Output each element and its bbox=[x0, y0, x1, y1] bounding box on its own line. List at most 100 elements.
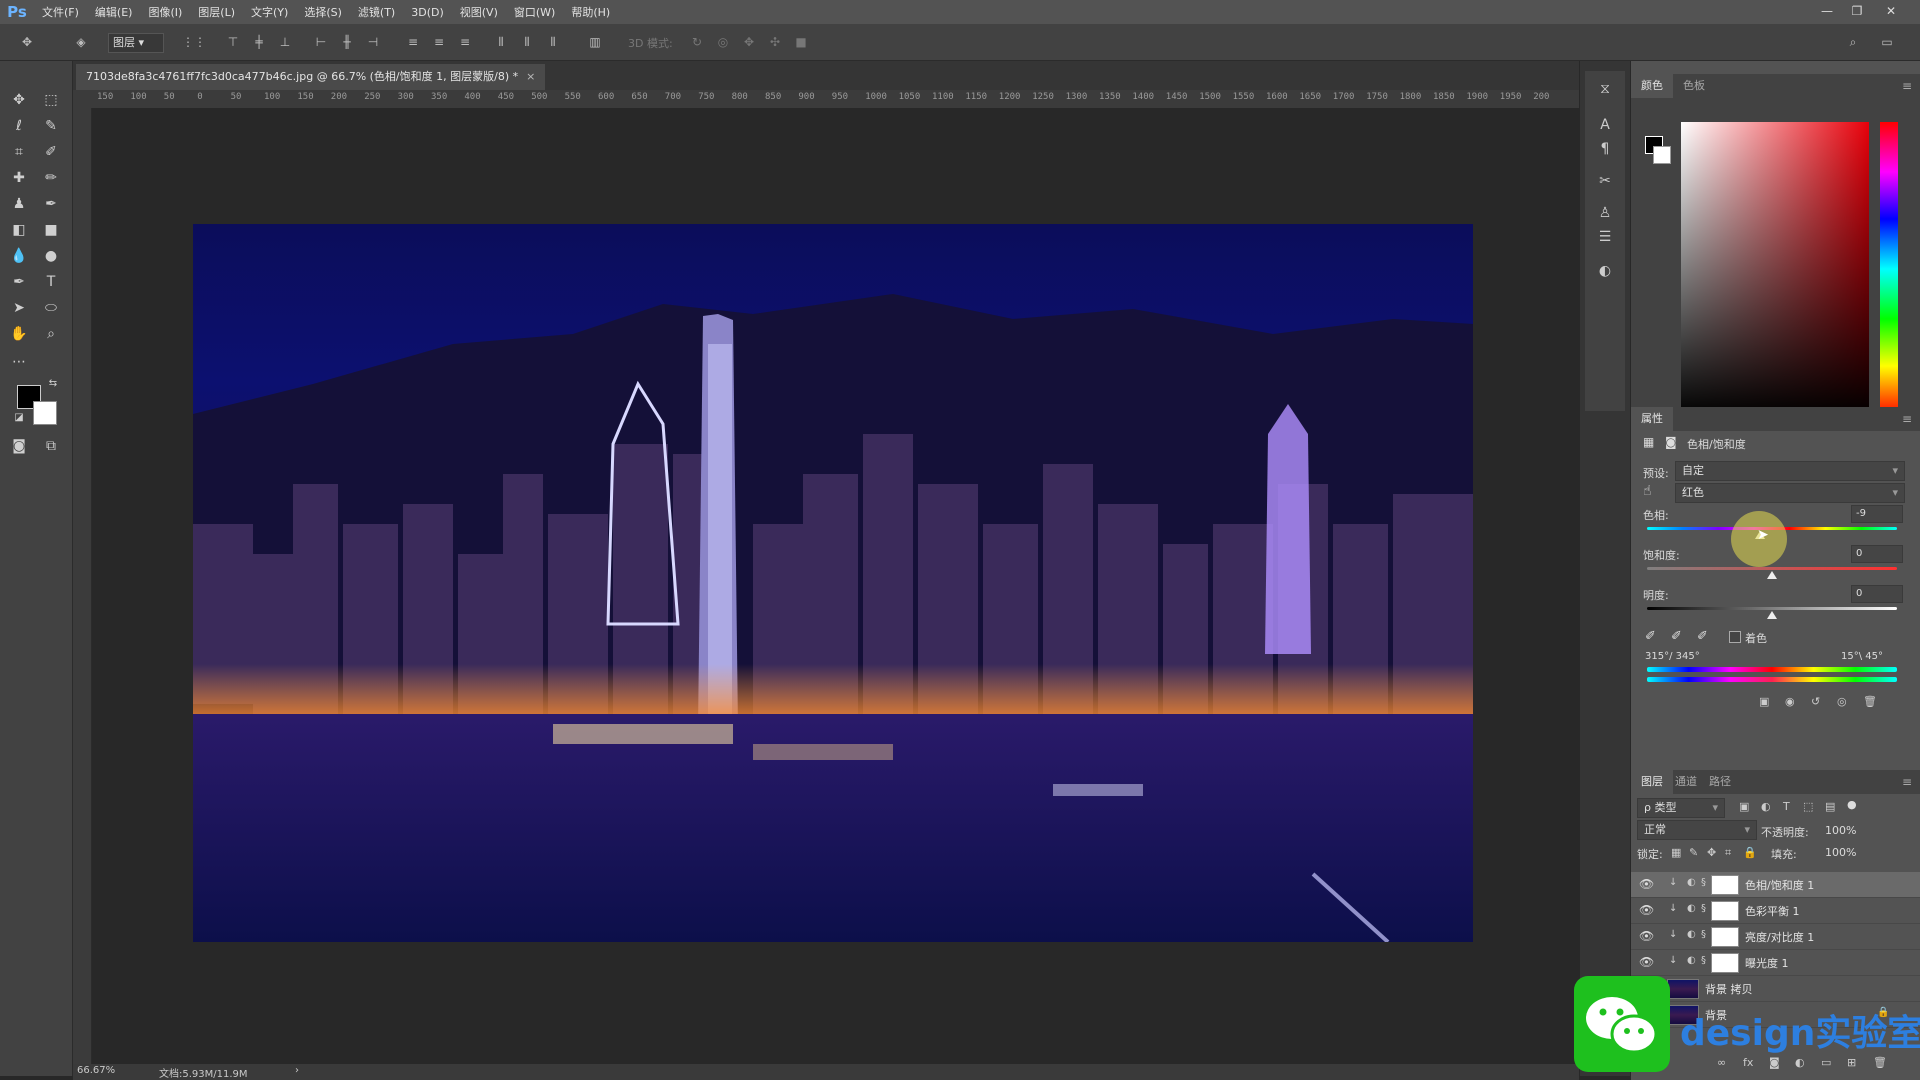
menu-type[interactable]: 文字(Y) bbox=[243, 4, 296, 20]
add-mask-icon[interactable]: ◙ bbox=[1769, 1056, 1780, 1069]
3d-orbit-icon[interactable]: ↻ bbox=[688, 33, 706, 51]
dodge-tool-icon[interactable]: ● bbox=[40, 245, 62, 267]
channel-dropdown[interactable]: 红色 ▾ bbox=[1675, 483, 1905, 503]
new-layer-icon[interactable]: ⊞ bbox=[1847, 1056, 1856, 1069]
history-brush-icon[interactable]: ✒ bbox=[40, 193, 62, 215]
pen-tool-icon[interactable]: ✒ bbox=[8, 271, 30, 293]
menu-filter[interactable]: 滤镜(T) bbox=[350, 4, 403, 20]
3d-roll-icon[interactable]: ◎ bbox=[714, 33, 732, 51]
link-layers-icon[interactable]: ∞ bbox=[1717, 1056, 1726, 1069]
layer-row[interactable]: 👁 ↓ ◐ § 曝光度 1 bbox=[1631, 950, 1920, 976]
fill-value[interactable]: 100% bbox=[1825, 846, 1856, 859]
eyedropper-icon[interactable]: ✐ bbox=[1645, 629, 1656, 644]
paragraph-panel-icon[interactable]: ¶ bbox=[1595, 139, 1615, 159]
filter-shape-icon[interactable]: ⬚ bbox=[1803, 800, 1813, 813]
tab-properties[interactable]: 属性 bbox=[1631, 407, 1673, 431]
brush-panel-icon[interactable]: ♙ bbox=[1595, 203, 1615, 223]
filter-adjustment-icon[interactable]: ◐ bbox=[1761, 800, 1771, 813]
layer-row[interactable]: 👁 ↓ ◐ § 亮度/对比度 1 bbox=[1631, 924, 1920, 950]
3d-slide-icon[interactable]: ✣ bbox=[766, 33, 784, 51]
crop-tool-icon[interactable]: ⌗ bbox=[8, 141, 30, 163]
close-window-button[interactable]: ✕ bbox=[1876, 0, 1906, 24]
3d-pan-icon[interactable]: ✥ bbox=[740, 33, 758, 51]
brush-tool-icon[interactable]: ✏ bbox=[40, 167, 62, 189]
quick-select-tool-icon[interactable]: ✎ bbox=[40, 115, 62, 137]
align-right-icon[interactable]: ⊣ bbox=[364, 33, 382, 51]
close-tab-icon[interactable]: × bbox=[526, 70, 535, 83]
type-tool-icon[interactable]: T bbox=[40, 271, 62, 293]
color-panel-background-swatch[interactable] bbox=[1653, 146, 1671, 164]
document-tab[interactable]: 7103de8fa3c4761ff7fc3d0ca477b46c.jpg @ 6… bbox=[76, 64, 546, 90]
zoom-level[interactable]: 66.67% bbox=[77, 1065, 115, 1076]
new-group-icon[interactable]: ▭ bbox=[1821, 1056, 1831, 1069]
quick-mask-icon[interactable]: ◙ bbox=[8, 435, 30, 457]
healing-brush-icon[interactable]: ✚ bbox=[8, 167, 30, 189]
lock-position-icon[interactable]: ✥ bbox=[1707, 846, 1716, 859]
tools-preset-icon[interactable]: ✂ bbox=[1595, 171, 1615, 191]
blend-mode-dropdown[interactable]: 正常 ▾ bbox=[1637, 820, 1757, 840]
eraser-tool-icon[interactable]: ◧ bbox=[8, 219, 30, 241]
align-left-icon[interactable]: ⊢ bbox=[312, 33, 330, 51]
status-menu-arrow[interactable]: › bbox=[295, 1065, 299, 1076]
shape-tool-icon[interactable]: ⬭ bbox=[40, 297, 62, 319]
menu-3d[interactable]: 3D(D) bbox=[403, 6, 452, 19]
layer-name[interactable]: 曝光度 1 bbox=[1745, 955, 1789, 971]
filter-pixel-icon[interactable]: ▣ bbox=[1739, 800, 1749, 813]
preset-dropdown[interactable]: 自定 ▾ bbox=[1675, 461, 1905, 481]
distribute-right-icon[interactable]: ⫴ bbox=[544, 33, 562, 51]
align-top-icon[interactable]: ⊤ bbox=[224, 33, 242, 51]
saturation-value-field[interactable]: 0 bbox=[1851, 545, 1903, 563]
marquee-tool-icon[interactable]: ⬚ bbox=[40, 89, 62, 111]
auto-select-icon[interactable]: ◈ bbox=[72, 33, 90, 51]
eye-icon[interactable]: 👁 bbox=[1639, 877, 1654, 891]
distribute-top-icon[interactable]: ≡ bbox=[404, 33, 422, 51]
align-bottom-icon[interactable]: ⊥ bbox=[276, 33, 294, 51]
targeted-adjustment-hand-icon[interactable]: ☝ bbox=[1643, 483, 1652, 499]
path-select-icon[interactable]: ➤ bbox=[8, 297, 30, 319]
layer-name[interactable]: 色相/饱和度 1 bbox=[1745, 877, 1814, 893]
saturation-slider-thumb[interactable] bbox=[1767, 571, 1777, 579]
menu-layer[interactable]: 图层(L) bbox=[190, 4, 243, 20]
background-color-swatch[interactable] bbox=[33, 401, 57, 425]
align-vcenter-icon[interactable]: ╪ bbox=[250, 33, 268, 51]
mask-icon[interactable]: ◙ bbox=[1665, 435, 1677, 449]
reset-icon[interactable]: ↺ bbox=[1811, 695, 1820, 708]
menu-file[interactable]: 文件(F) bbox=[34, 4, 87, 20]
adjustments-panel-icon[interactable]: ☰ bbox=[1595, 227, 1615, 247]
swap-colors-icon[interactable]: ⇆ bbox=[42, 373, 64, 395]
visibility-icon[interactable]: ◎ bbox=[1837, 695, 1847, 708]
layer-filter-dropdown[interactable]: ρ 类型 ▾ bbox=[1637, 798, 1725, 818]
view-previous-icon[interactable]: ◉ bbox=[1785, 695, 1795, 708]
layer-style-icon[interactable]: fx bbox=[1743, 1056, 1753, 1069]
eye-icon[interactable]: 👁 bbox=[1639, 903, 1654, 917]
auto-align-icon[interactable]: ▥ bbox=[586, 33, 604, 51]
color-range-bar-top[interactable] bbox=[1647, 667, 1897, 672]
colorize-checkbox[interactable] bbox=[1729, 631, 1741, 643]
blur-tool-icon[interactable]: 💧 bbox=[8, 245, 30, 267]
hand-tool-icon[interactable]: ✋ bbox=[8, 323, 30, 345]
clip-to-layer-icon[interactable]: ▣ bbox=[1759, 695, 1769, 708]
menu-window[interactable]: 窗口(W) bbox=[506, 4, 563, 20]
gradient-tool-icon[interactable]: ■ bbox=[40, 219, 62, 241]
color-field[interactable] bbox=[1681, 122, 1869, 416]
minimize-button[interactable]: — bbox=[1812, 0, 1842, 24]
delete-icon[interactable]: 🗑 bbox=[1863, 695, 1877, 708]
properties-menu-icon[interactable]: ≡ bbox=[1902, 407, 1912, 431]
lock-image-icon[interactable]: ✎ bbox=[1689, 846, 1698, 859]
lightness-slider-track[interactable] bbox=[1647, 607, 1897, 610]
lock-transparent-icon[interactable]: ▦ bbox=[1671, 846, 1681, 859]
history-panel-icon[interactable]: ⧖ bbox=[1595, 79, 1615, 99]
menu-help[interactable]: 帮助(H) bbox=[563, 4, 618, 20]
character-panel-icon[interactable]: A bbox=[1595, 115, 1615, 135]
auto-select-dropdown[interactable]: 图层 ▾ bbox=[108, 33, 164, 53]
distribute-bottom-icon[interactable]: ≡ bbox=[456, 33, 474, 51]
lasso-tool-icon[interactable]: ℓ bbox=[8, 115, 30, 137]
menu-image[interactable]: 图像(I) bbox=[140, 4, 190, 20]
color-panel-menu-icon[interactable]: ≡ bbox=[1902, 74, 1912, 98]
menu-edit[interactable]: 编辑(E) bbox=[87, 4, 141, 20]
delete-layer-icon[interactable]: 🗑 bbox=[1873, 1056, 1887, 1069]
distribute-hcenter-icon[interactable]: ⫴ bbox=[518, 33, 536, 51]
lightness-value-field[interactable]: 0 bbox=[1851, 585, 1903, 603]
saturation-slider-track[interactable] bbox=[1647, 567, 1897, 570]
filter-smart-object-icon[interactable]: ▤ bbox=[1825, 800, 1835, 813]
